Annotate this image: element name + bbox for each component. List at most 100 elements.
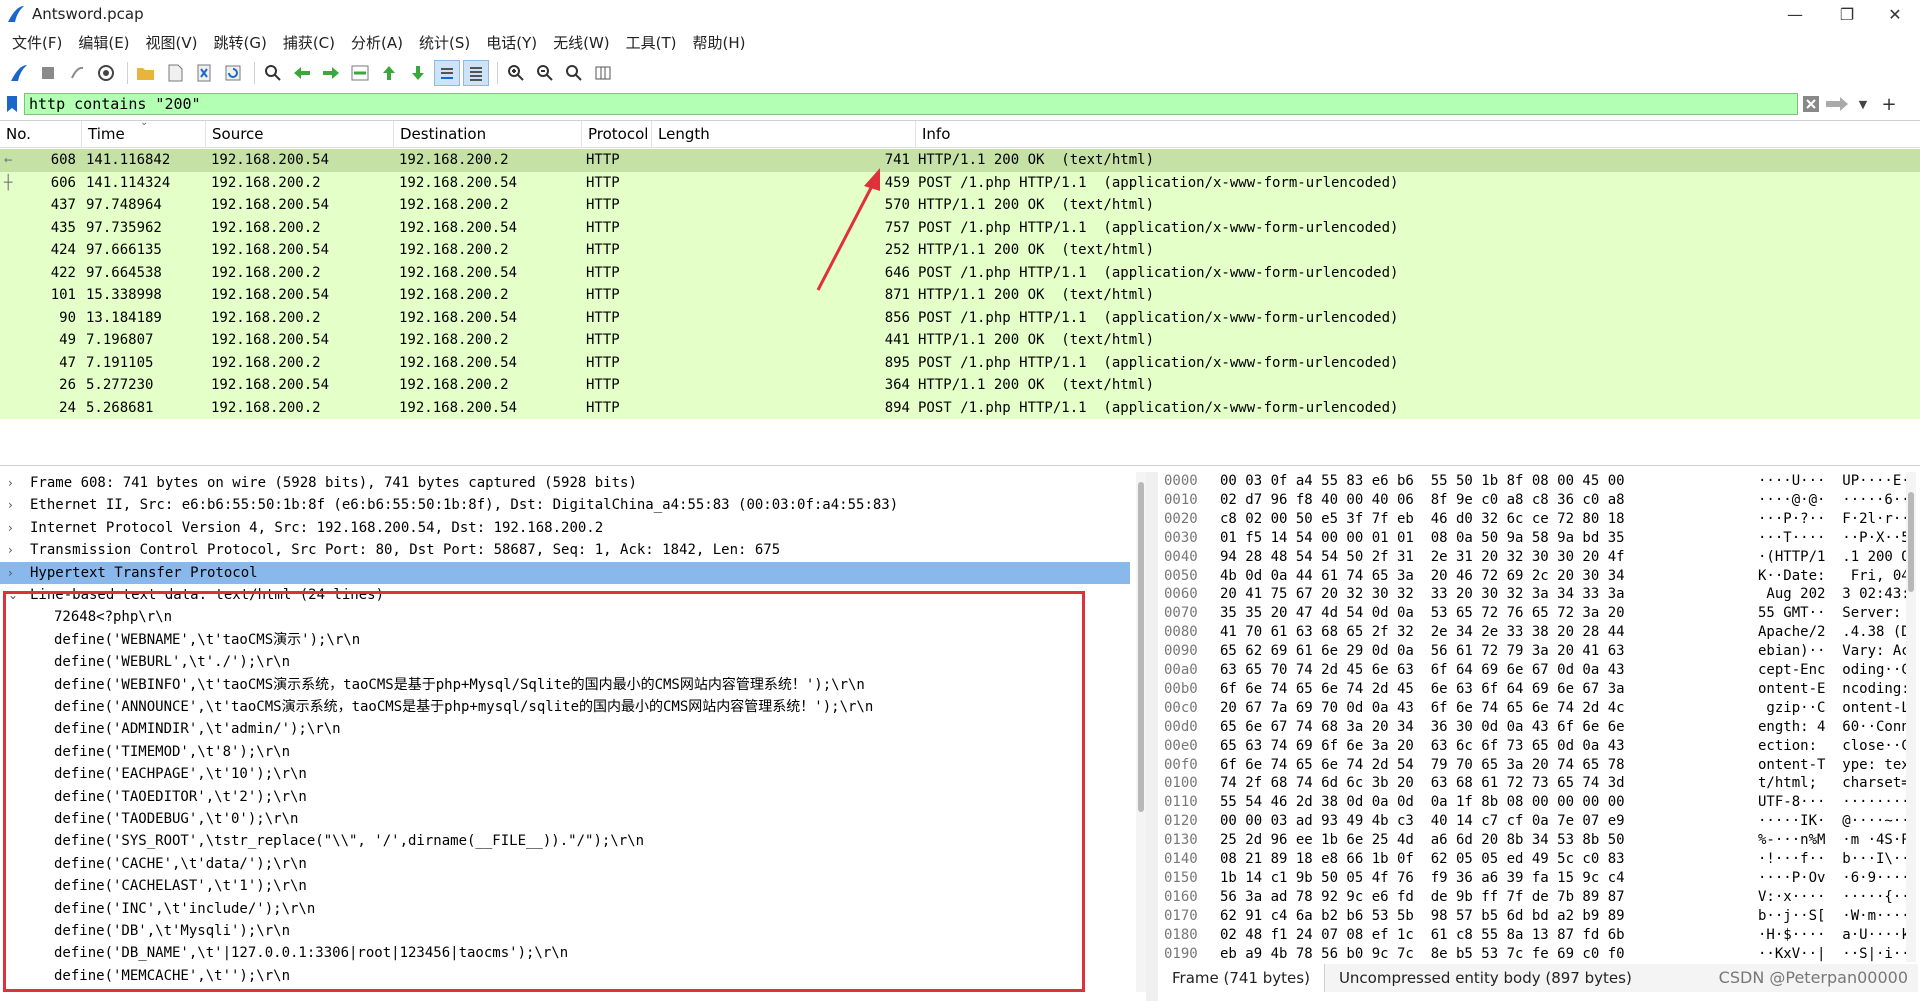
apply-filter-button[interactable]: [1824, 93, 1850, 115]
hex-dump-line[interactable]: 00c0 20 67 7a 69 70 0d 0a 43 6f 6e 74 65 …: [1158, 699, 1906, 718]
filter-bookmark-button[interactable]: [0, 92, 24, 116]
packet-row[interactable]: 47 7.191105 192.168.200.2 192.168.200.54 HTT…: [0, 351, 1920, 374]
hex-dump-line[interactable]: 0160 56 3a ad 78 92 9c e6 fd de 9b ff 7f …: [1158, 888, 1906, 907]
packet-row[interactable]: 424 97.666135 192.168.200.54 192.168.200.2 H…: [0, 239, 1920, 262]
hex-dump-line[interactable]: 0010 02 d7 96 f8 40 00 40 06 8f 9e c0 a8 …: [1158, 491, 1906, 510]
chevron-right-icon[interactable]: ›: [8, 472, 22, 494]
zoom-out-button[interactable]: [532, 60, 558, 86]
chevron-right-icon[interactable]: ›: [8, 517, 22, 539]
hex-dump-line[interactable]: 0050 4b 0d 0a 44 61 74 65 3a 20 46 72 69 …: [1158, 567, 1906, 586]
hex-dump-line[interactable]: 0180 02 48 f1 24 07 08 ef 1c 61 c8 55 8a …: [1158, 926, 1906, 945]
menu-capture[interactable]: 捕获(C): [275, 32, 343, 53]
capture-options-button[interactable]: [93, 60, 119, 86]
display-filter-input[interactable]: http contains "200": [24, 93, 1798, 115]
go-back-button[interactable]: [289, 60, 315, 86]
hex-dump-line[interactable]: 0150 1b 14 c1 9b 50 05 4f 76 f9 36 a6 39 …: [1158, 869, 1906, 888]
stop-capture-button[interactable]: [35, 60, 61, 86]
chevron-right-icon[interactable]: ›: [8, 562, 22, 584]
hex-dump-line[interactable]: 0080 41 70 61 63 68 65 2f 32 2e 34 2e 33 …: [1158, 623, 1906, 642]
packet-details-pane[interactable]: › Frame 608: 741 bytes on wire (5928 bits…: [0, 472, 1136, 992]
resize-columns-button[interactable]: [590, 60, 616, 86]
close-file-button[interactable]: [191, 60, 217, 86]
start-capture-button[interactable]: [6, 60, 32, 86]
packet-row[interactable]: 101 15.338998 192.168.200.54 192.168.200.2 H…: [0, 284, 1920, 307]
text-data-line[interactable]: define('MEMCACHE',\t'');\r\n: [0, 965, 1130, 987]
text-data-line[interactable]: define('DB',\t'Mysqli');\r\n: [0, 920, 1130, 942]
filter-history-dropdown[interactable]: ▼: [1850, 93, 1876, 115]
reload-file-button[interactable]: [220, 60, 246, 86]
menu-file[interactable]: 文件(F): [4, 32, 70, 53]
autoscroll-button[interactable]: [434, 60, 460, 86]
text-data-line[interactable]: define('TIMEMOD',\t'8');\r\n: [0, 741, 1130, 763]
tree-item[interactable]: › Transmission Control Protocol, Src Port…: [0, 539, 1130, 561]
hex-dump-line[interactable]: 0110 55 54 46 2d 38 0d 0a 0d 0a 1f 8b 08 …: [1158, 793, 1906, 812]
hex-dump-line[interactable]: 0170 62 91 c4 6a b2 b6 53 5b 98 57 b5 6d …: [1158, 907, 1906, 926]
text-data-line[interactable]: define('WEBINFO',\t'taoCMS演示系统，taoCMS是基于…: [0, 674, 1130, 696]
go-forward-button[interactable]: [318, 60, 344, 86]
hex-dump-line[interactable]: 00b0 6f 6e 74 65 6e 74 2d 45 6e 63 6f 64 …: [1158, 680, 1906, 699]
hex-dump-line[interactable]: 0000 00 03 0f a4 55 83 e6 b6 55 50 1b 8f …: [1158, 472, 1906, 491]
hex-dump-line[interactable]: 0070 35 35 20 47 4d 54 0d 0a 53 65 72 76 …: [1158, 604, 1906, 623]
details-scrollbar-thumb[interactable]: [1138, 482, 1144, 812]
zoom-reset-button[interactable]: [561, 60, 587, 86]
tree-item[interactable]: › Ethernet II, Src: e6:b6:55:50:1b:8f (e6…: [0, 494, 1130, 516]
column-no[interactable]: No.: [0, 121, 82, 148]
hex-dump-line[interactable]: 0040 94 28 48 54 54 50 2f 31 2e 31 20 32 …: [1158, 548, 1906, 567]
packet-row[interactable]: 26 5.277230 192.168.200.54 192.168.200.2 HTT…: [0, 374, 1920, 397]
first-packet-button[interactable]: [376, 60, 402, 86]
text-data-line[interactable]: define('CACHE',\t'data/');\r\n: [0, 853, 1130, 875]
hex-dump-line[interactable]: 0190 eb a9 4b 78 56 b0 9c 7c 8e b5 53 7c …: [1158, 945, 1906, 963]
minimize-button[interactable]: —: [1770, 0, 1820, 28]
column-destination[interactable]: Destination: [394, 121, 582, 148]
menu-wireless[interactable]: 无线(W): [545, 32, 618, 53]
chevron-right-icon[interactable]: ›: [8, 539, 22, 561]
chevron-right-icon[interactable]: ›: [8, 494, 22, 516]
hex-dump-line[interactable]: 0020 c8 02 00 50 e5 3f 7f eb 46 d0 32 6c …: [1158, 510, 1906, 529]
text-data-line[interactable]: define('DB_NAME',\t'|127.0.0.1:3306|root…: [0, 942, 1130, 964]
menu-analyze[interactable]: 分析(A): [343, 32, 411, 53]
hex-dump-line[interactable]: 0130 25 2d 96 ee 1b 6e 25 4d a6 6d 20 8b …: [1158, 831, 1906, 850]
zoom-in-button[interactable]: [503, 60, 529, 86]
column-protocol[interactable]: Protocol: [582, 121, 652, 148]
go-to-packet-button[interactable]: [347, 60, 373, 86]
packet-row[interactable]: 24 5.268681 192.168.200.2 192.168.200.54 HTT…: [0, 396, 1920, 419]
text-data-line[interactable]: define('ADMINDIR',\t'admin/');\r\n: [0, 718, 1130, 740]
menu-view[interactable]: 视图(V): [138, 32, 206, 53]
tree-item[interactable]: › Hypertext Transfer Protocol: [0, 561, 1130, 584]
packet-row[interactable]: 437 97.748964 192.168.200.54 192.168.200.2 H…: [0, 194, 1920, 217]
tree-item[interactable]: › Internet Protocol Version 4, Src: 192.1…: [0, 517, 1130, 539]
text-data-line[interactable]: define('WEBNAME',\t'taoCMS演示');\r\n: [0, 629, 1130, 651]
hex-dump-line[interactable]: 0060 20 41 75 67 20 32 30 32 33 20 30 32 …: [1158, 585, 1906, 604]
column-info[interactable]: Info: [916, 121, 1920, 148]
hex-dump-line[interactable]: 00e0 65 63 74 69 6f 6e 3a 20 63 6c 6f 73 …: [1158, 737, 1906, 756]
hex-dump-line[interactable]: 0140 08 21 89 18 e8 66 1b 0f 62 05 05 ed …: [1158, 850, 1906, 869]
tab-uncompressed-body[interactable]: Uncompressed entity body (897 bytes): [1325, 964, 1646, 992]
column-source[interactable]: Source: [206, 121, 394, 148]
packet-row[interactable]: 422 97.664538 192.168.200.2 192.168.200.54 H…: [0, 261, 1920, 284]
bytes-scrollbar[interactable]: [1906, 472, 1916, 962]
hex-dump-line[interactable]: 00a0 63 65 70 74 2d 45 6e 63 6f 64 69 6e …: [1158, 661, 1906, 680]
text-data-line[interactable]: 72648<?php\r\n: [0, 606, 1130, 628]
close-window-button[interactable]: ✕: [1870, 0, 1920, 28]
tab-frame-bytes[interactable]: Frame (741 bytes): [1158, 964, 1325, 992]
menu-edit[interactable]: 编辑(E): [70, 32, 137, 53]
hex-dump-line[interactable]: 00f0 6f 6e 74 65 6e 74 2d 54 79 70 65 3a …: [1158, 756, 1906, 775]
hex-dump-line[interactable]: 0090 65 62 69 61 6e 29 0d 0a 56 61 72 79 …: [1158, 642, 1906, 661]
column-length[interactable]: Length: [652, 121, 916, 148]
tree-item[interactable]: › Frame 608: 741 bytes on wire (5928 bits…: [0, 472, 1130, 494]
hex-dump-line[interactable]: 0120 00 00 03 ad 93 49 4b c3 40 14 c7 cf …: [1158, 812, 1906, 831]
text-data-line[interactable]: define('EACHPAGE',\t'10');\r\n: [0, 763, 1130, 785]
restore-button[interactable]: ❐: [1822, 0, 1872, 28]
last-packet-button[interactable]: [405, 60, 431, 86]
text-data-line[interactable]: define('TAODEBUG',\t'0');\r\n: [0, 808, 1130, 830]
colorize-button[interactable]: [463, 60, 489, 86]
find-packet-button[interactable]: [260, 60, 286, 86]
text-data-line[interactable]: define('CACHELAST',\t'1');\r\n: [0, 875, 1130, 897]
save-file-button[interactable]: [162, 60, 188, 86]
tree-item[interactable]: ⌄ Line-based text data: text/html (24 lin…: [0, 584, 1130, 606]
menu-statistics[interactable]: 统计(S): [411, 32, 478, 53]
add-filter-button-button[interactable]: +: [1876, 93, 1902, 115]
packet-row[interactable]: ┼ 606 141.114324 192.168.200.2 192.168.200.5…: [0, 171, 1920, 194]
pane-splitter[interactable]: [1146, 472, 1158, 1001]
packet-row[interactable]: ← 608 141.116842 192.168.200.54 192.168.200.…: [0, 149, 1920, 172]
